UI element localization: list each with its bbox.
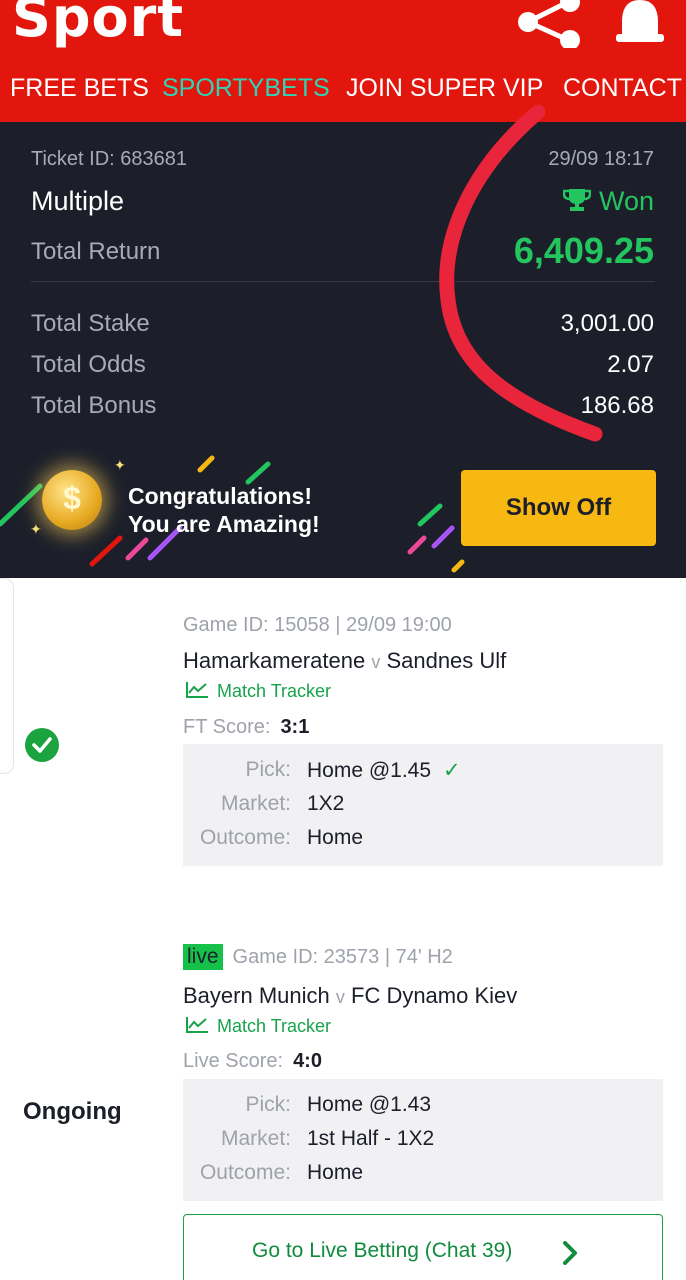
total-stake-label: Total Stake <box>31 310 150 337</box>
game-meta: Game ID: 15058 | 29/09 19:00 <box>183 614 452 636</box>
match-tracker-label: Match Tracker <box>217 681 332 701</box>
outcome-value: Home <box>307 1161 364 1184</box>
side-tab[interactable] <box>0 578 14 774</box>
divider <box>31 281 655 282</box>
match-teams: Hamarkameratene v Sandnes Ulf <box>183 648 506 674</box>
svg-text:✦: ✦ <box>114 458 126 474</box>
outcome-label: Outcome: <box>199 826 291 849</box>
game-meta-text: Game ID: 23573 | 74' H2 <box>232 946 453 968</box>
pick-label: Pick: <box>245 1093 291 1116</box>
game-meta: live Game ID: 23573 | 74' H2 <box>183 944 453 970</box>
total-odds-label: Total Odds <box>31 351 146 378</box>
pick-row: Pick: Home @1.45 ✓ <box>183 758 663 788</box>
congrats-banner: ✦ ✦ ✦ $ Congratulations! You are Amazing… <box>0 446 686 578</box>
total-bonus-value: 186.68 <box>580 392 654 419</box>
congrats-text: Congratulations! You are Amazing! <box>128 482 320 538</box>
home-team: Hamarkameratene <box>183 648 366 673</box>
score-label: Live Score: <box>183 1050 284 1072</box>
match-tracker-link[interactable]: Match Tracker <box>185 681 331 702</box>
congrats-line-1: Congratulations! <box>128 483 312 509</box>
score-value: 3:1 <box>280 716 310 738</box>
market-row: Market: 1st Half - 1X2 <box>183 1127 663 1157</box>
coin-icon: $ <box>42 470 102 530</box>
market-value: 1st Half - 1X2 <box>307 1127 435 1150</box>
bell-icon[interactable] <box>612 0 668 46</box>
congrats-line-2: You are Amazing! <box>128 511 320 537</box>
market-label: Market: <box>220 792 291 815</box>
go-to-live-betting-button[interactable]: Go to Live Betting (Chat 39) <box>183 1214 663 1280</box>
ticket-datetime: 29/09 18:17 <box>548 148 654 170</box>
share-icon[interactable] <box>516 0 584 48</box>
show-off-button[interactable]: Show Off <box>461 470 656 546</box>
market-row: Market: 1X2 <box>183 792 663 822</box>
nav-join-super-vip[interactable]: JOIN SUPER VIP <box>346 74 543 103</box>
live-betting-label: Go to Live Betting (Chat 39) <box>252 1239 513 1262</box>
outcome-label: Outcome: <box>199 1161 291 1184</box>
away-team: Sandnes Ulf <box>386 648 507 673</box>
match-teams: Bayern Munich v FC Dynamo Kiev <box>183 983 517 1009</box>
app-header: Sport FREE BETS SPORTYBETS JOIN SUPER VI… <box>0 0 686 122</box>
pick-label: Pick: <box>245 758 291 781</box>
market-value: 1X2 <box>307 792 345 815</box>
away-team: FC Dynamo Kiev <box>351 983 518 1008</box>
score-row: Live Score: 4:0 <box>183 1050 322 1073</box>
nav-free-bets[interactable]: FREE BETS <box>10 74 149 103</box>
vs-label: v <box>371 652 381 672</box>
score-label: FT Score: <box>183 716 271 738</box>
ticket-id: Ticket ID: 683681 <box>31 148 188 170</box>
pick-details: Pick: Home @1.45 ✓ Market: 1X2 Outcome: H… <box>183 744 663 866</box>
pick-value: Home @1.43 <box>307 1093 432 1116</box>
total-return-value: 6,409.25 <box>513 230 654 271</box>
home-team: Bayern Munich <box>183 983 330 1008</box>
vs-label: v <box>335 987 345 1007</box>
status-badge: Won <box>562 186 654 217</box>
nav-sportybets[interactable]: SPORTYBETS <box>162 74 330 103</box>
nav-contact[interactable]: CONTACT <box>563 74 682 103</box>
pick-details: Pick: Home @1.43 Market: 1st Half - 1X2 … <box>183 1079 663 1201</box>
status-ongoing: Ongoing <box>23 1098 122 1125</box>
bet-type: Multiple <box>31 186 125 216</box>
outcome-row: Outcome: Home <box>183 1161 663 1191</box>
total-return-label: Total Return <box>31 238 161 265</box>
app-logo[interactable]: Sport <box>12 0 184 49</box>
live-badge: live <box>183 944 223 970</box>
pick-value: Home @1.45 <box>307 759 432 782</box>
ticket-summary: Ticket ID: 683681 29/09 18:17 Multiple W… <box>0 122 686 447</box>
market-label: Market: <box>220 1127 291 1150</box>
outcome-value: Home <box>307 826 364 849</box>
svg-text:✦: ✦ <box>30 522 42 538</box>
pick-row: Pick: Home @1.43 <box>183 1093 663 1123</box>
match-tracker-label: Match Tracker <box>217 1016 332 1036</box>
total-bonus-label: Total Bonus <box>31 392 157 419</box>
score-row: FT Score: 3:1 <box>183 716 309 739</box>
trophy-icon <box>562 189 592 211</box>
chart-icon <box>186 682 208 698</box>
score-value: 4:0 <box>293 1050 322 1072</box>
status-text: Won <box>598 186 654 216</box>
chart-icon <box>186 1017 208 1033</box>
outcome-row: Outcome: Home <box>183 826 663 856</box>
won-check-icon <box>25 728 59 762</box>
check-icon: ✓ <box>443 759 461 782</box>
match-tracker-link[interactable]: Match Tracker <box>185 1016 331 1037</box>
total-stake-value: 3,001.00 <box>560 310 654 337</box>
top-nav: FREE BETS SPORTYBETS JOIN SUPER VIP CONT… <box>0 74 686 110</box>
bet-list: Game ID: 15058 | 29/09 19:00 Hamarkamera… <box>0 578 686 1280</box>
total-odds-value: 2.07 <box>607 351 654 378</box>
chevron-right-icon <box>563 1241 577 1265</box>
